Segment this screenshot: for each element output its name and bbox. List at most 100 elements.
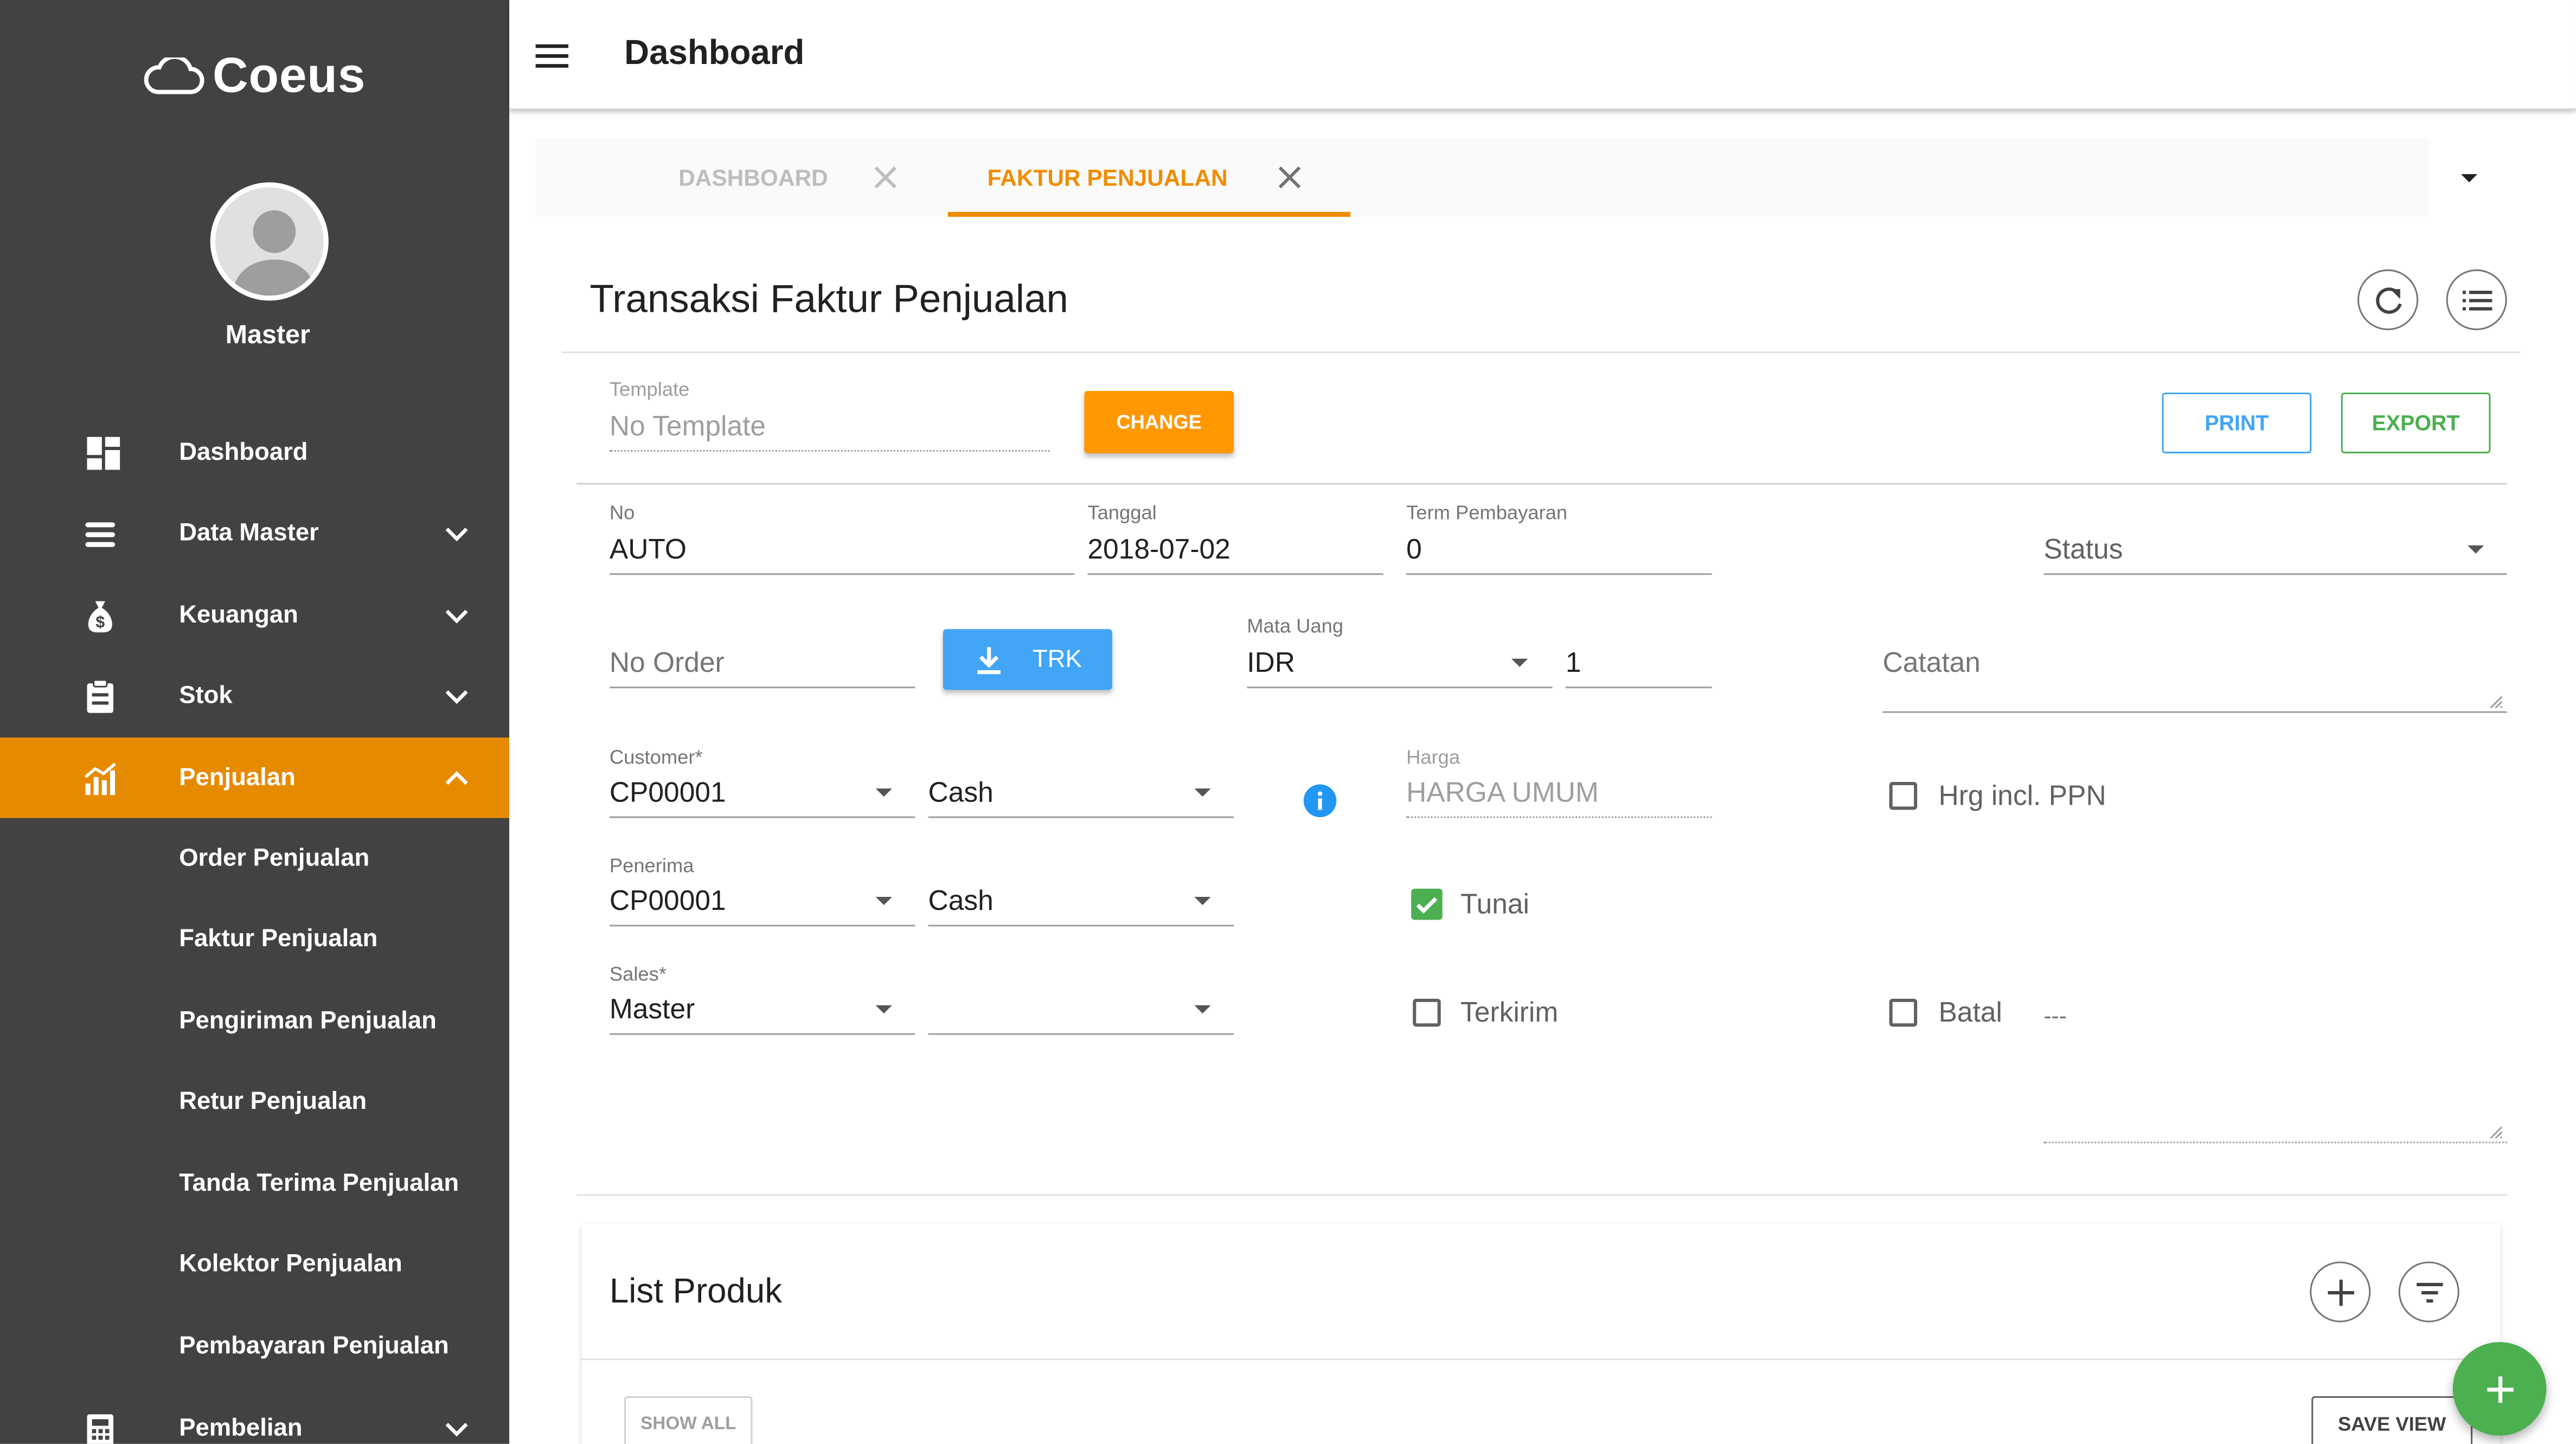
sidebar-subitem-pembayaran-penjualan[interactable]: Pembayaran Penjualan <box>179 1332 449 1360</box>
save-view-button[interactable]: SAVE VIEW <box>2311 1396 2473 1444</box>
tab-faktur-penjualan[interactable]: FAKTUR PENJUALAN <box>988 138 1228 216</box>
sidebar-item-keuangan[interactable]: $ Keuangan <box>0 575 509 655</box>
chart-icon <box>84 762 116 794</box>
template-field: No Template <box>609 410 766 442</box>
sidebar-item-label: Stok <box>179 682 233 710</box>
trk-button[interactable]: TRK <box>943 629 1112 690</box>
filter-button[interactable] <box>2398 1261 2459 1323</box>
refresh-button[interactable] <box>2357 269 2419 330</box>
print-button[interactable]: PRINT <box>2162 393 2312 454</box>
tanggal-input[interactable]: 2018-07-02 <box>1087 534 1230 567</box>
customer-dropdown-icon[interactable] <box>875 788 892 797</box>
export-button[interactable]: EXPORT <box>2341 393 2491 454</box>
resize-handle-icon[interactable] <box>2489 1125 2502 1139</box>
harga-label: Harga <box>1406 746 1460 769</box>
terkirim-checkbox[interactable] <box>1413 998 1441 1027</box>
kurs-underline <box>1565 686 1712 689</box>
mata-uang-dropdown-icon[interactable] <box>1511 658 1528 667</box>
resize-handle-icon[interactable] <box>2489 695 2502 708</box>
kurs-input[interactable]: 1 <box>1566 647 1581 681</box>
menu-icon[interactable] <box>535 40 569 73</box>
harga-field: HARGA UMUM <box>1406 776 1599 808</box>
sidebar-subitem-faktur-penjualan[interactable]: Faktur Penjualan <box>179 925 377 952</box>
no-order-input[interactable]: No Order <box>610 647 725 681</box>
close-icon[interactable] <box>873 164 899 190</box>
sidebar-item-penjualan[interactable]: Penjualan <box>0 737 510 818</box>
sales-dropdown-icon[interactable] <box>875 1005 892 1014</box>
term-underline <box>1406 573 1712 575</box>
page-title: Dashboard <box>624 34 805 73</box>
penerima-select[interactable]: CP00001 <box>610 885 726 919</box>
change-template-button[interactable]: CHANGE <box>1084 390 1234 454</box>
term-input[interactable]: 0 <box>1406 534 1422 567</box>
tanggal-underline <box>1087 573 1383 575</box>
penerima-payment-underline <box>928 925 1234 927</box>
download-icon <box>976 646 1000 673</box>
customer-payment-dropdown-icon[interactable] <box>1194 788 1211 797</box>
add-product-button[interactable] <box>2310 1261 2371 1323</box>
status-dropdown-icon[interactable] <box>2468 545 2484 554</box>
cloud-icon <box>144 54 205 94</box>
sidebar-item-data-master[interactable]: Data Master <box>0 493 509 573</box>
sidebar-subitem-order-penjualan[interactable]: Order Penjualan <box>179 844 369 872</box>
info-icon[interactable] <box>1303 784 1337 818</box>
sidebar-subitem-retur-penjualan[interactable]: Retur Penjualan <box>179 1087 367 1115</box>
sidebar-item-stok[interactable]: Stok <box>0 656 509 736</box>
tunai-checkbox[interactable] <box>1411 888 1443 920</box>
chevron-up-icon <box>445 770 468 784</box>
list-view-button[interactable] <box>2446 269 2507 330</box>
customer-payment-select[interactable]: Cash <box>928 777 994 810</box>
show-all-button[interactable]: SHOW ALL <box>624 1396 753 1444</box>
sidebar-item-dashboard[interactable]: Dashboard <box>0 412 509 492</box>
chevron-down-icon <box>445 609 468 623</box>
catatan-textarea[interactable]: Catatan <box>1883 647 1981 681</box>
brand-name: Coeus <box>213 49 366 104</box>
penerima-payment-select[interactable]: Cash <box>928 885 994 919</box>
status-underline <box>2043 573 2507 575</box>
chevron-down-icon <box>445 1422 468 1436</box>
sidebar-item-pembelian[interactable]: Pembelian <box>0 1388 509 1444</box>
no-label: No <box>609 500 635 524</box>
avatar[interactable] <box>210 182 329 301</box>
sidebar: Coeus Master Dashboard Data Master $ Keu… <box>0 0 510 1444</box>
customer-label: Customer* <box>609 746 703 769</box>
user-name: Master <box>225 322 310 350</box>
sidebar-item-label: Data Master <box>179 519 319 547</box>
divider <box>576 1194 2507 1196</box>
terkirim-label: Terkirim <box>1460 997 1559 1029</box>
tab-overflow-dropdown-icon[interactable] <box>2460 174 2478 183</box>
tab-label: DASHBOARD <box>678 164 828 191</box>
filter-icon <box>2415 1282 2443 1302</box>
batal-note-textarea[interactable]: --- <box>2043 1002 2066 1028</box>
batal-checkbox[interactable] <box>1889 998 1918 1027</box>
template-underline <box>609 450 1050 452</box>
tab-dashboard[interactable]: DASHBOARD <box>678 138 828 216</box>
sidebar-subitem-pengiriman-penjualan[interactable]: Pengiriman Penjualan <box>179 1007 437 1035</box>
batal-label: Batal <box>1938 997 2002 1029</box>
mata-uang-underline <box>1247 686 1553 689</box>
no-input[interactable]: AUTO <box>610 534 687 567</box>
sidebar-item-label: Dashboard <box>179 438 308 467</box>
hrg-ppn-checkbox[interactable] <box>1889 781 1918 810</box>
add-fab-button[interactable] <box>2452 1342 2547 1436</box>
sidebar-subitem-tanda-terima-penjualan[interactable]: Tanda Terima Penjualan <box>179 1170 459 1197</box>
sales-select[interactable]: Master <box>610 994 695 1027</box>
penerima-payment-dropdown-icon[interactable] <box>1194 896 1211 906</box>
mata-uang-label: Mata Uang <box>1247 614 1344 638</box>
status-select[interactable]: Status <box>2043 534 2123 567</box>
hrg-ppn-label: Hrg incl. PPN <box>1938 780 2106 812</box>
list-icon <box>2462 290 2491 310</box>
list-icon <box>85 521 116 547</box>
customer-select[interactable]: CP00001 <box>610 777 726 810</box>
close-icon[interactable] <box>1277 164 1303 190</box>
sidebar-subitem-kolektor-penjualan[interactable]: Kolektor Penjualan <box>179 1250 402 1278</box>
term-label: Term Pembayaran <box>1406 500 1568 524</box>
plus-icon <box>2327 1279 2354 1305</box>
sales-label: Sales* <box>609 962 667 986</box>
penerima-dropdown-icon[interactable] <box>875 896 892 906</box>
divider <box>576 483 2507 485</box>
catatan-underline <box>1882 711 2507 713</box>
sales-secondary-dropdown-icon[interactable] <box>1194 1005 1211 1014</box>
mata-uang-select[interactable]: IDR <box>1247 647 1295 681</box>
penerima-label: Penerima <box>609 854 694 877</box>
